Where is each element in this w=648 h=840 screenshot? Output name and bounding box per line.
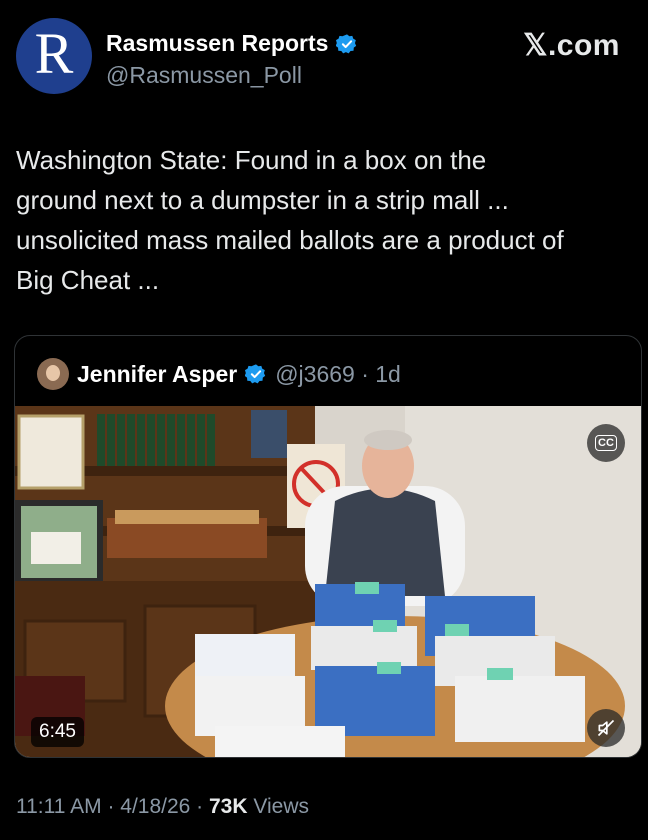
author-name[interactable]: Rasmussen Reports xyxy=(106,30,328,57)
avatar-letter: R xyxy=(34,21,74,86)
views-count: 73K xyxy=(209,795,248,818)
video-duration: 6:45 xyxy=(31,717,84,747)
verified-badge-icon xyxy=(336,33,357,53)
closed-captions-icon: CC xyxy=(595,435,617,451)
quote-author-handle-time[interactable]: @j3669 · 1d xyxy=(275,361,401,388)
speaker-muted-icon xyxy=(597,719,615,737)
mute-button[interactable] xyxy=(587,709,625,747)
closed-captions-button[interactable]: CC xyxy=(587,424,625,462)
tweet-text: Washington State: Found in a box on the … xyxy=(16,145,564,295)
author-avatar[interactable]: R xyxy=(16,18,92,94)
video-player[interactable]: CC 6:45 xyxy=(15,406,641,757)
author-name-row: Rasmussen Reports xyxy=(106,30,358,57)
tweet-meta: 11:11 AM · 4/18/26 · 73K Views xyxy=(16,795,309,819)
x-logo-brand: 𝕏.com xyxy=(523,29,620,62)
views-label: Views xyxy=(247,795,310,818)
quote-tweet-card[interactable]: Jennifer Asper @j3669 · 1d CC 6:45 xyxy=(14,335,642,758)
tweet-timestamp[interactable]: 11:11 AM · 4/18/26 · xyxy=(16,795,209,818)
quote-header: Jennifer Asper @j3669 · 1d xyxy=(37,358,401,390)
quote-author-name[interactable]: Jennifer Asper xyxy=(77,361,237,388)
verified-badge-icon xyxy=(245,364,266,384)
author-handle[interactable]: @Rasmussen_Poll xyxy=(106,62,302,89)
video-frame-image xyxy=(15,406,641,757)
quote-author-avatar[interactable] xyxy=(37,358,69,390)
tweet-header: R Rasmussen Reports @Rasmussen_Poll 𝕏.co… xyxy=(16,18,632,98)
